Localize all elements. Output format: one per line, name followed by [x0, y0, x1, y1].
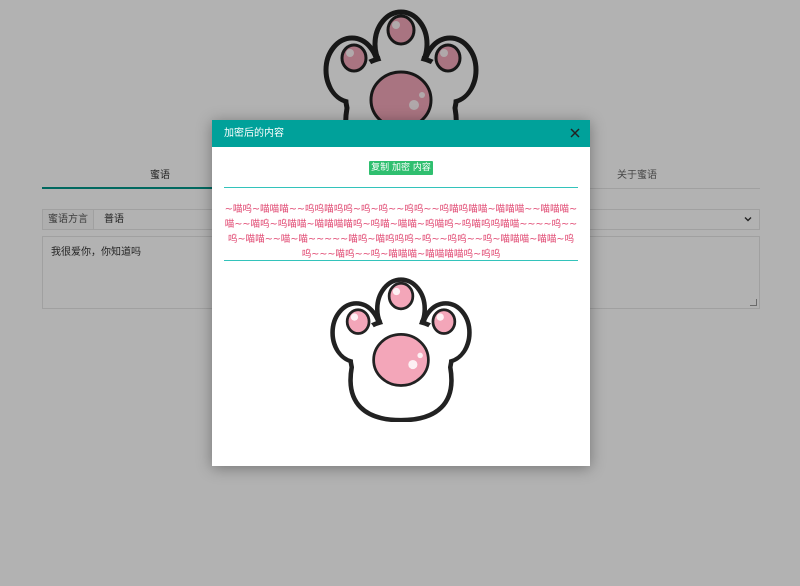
divider-bottom: [224, 260, 578, 261]
copy-encrypted-button[interactable]: 复制 加密 内容: [369, 161, 433, 175]
cat-paw-icon: [322, 276, 480, 423]
encrypted-text: ~喵呜~喵喵喵~~呜呜喵呜呜~呜~呜~~呜呜~~呜喵呜喵喵~喵喵喵~~喵喵喵~喵…: [224, 204, 578, 260]
dialog-title: 加密后的内容: [224, 128, 284, 139]
close-icon: [570, 128, 580, 138]
encrypted-content-dialog: 加密后的内容 复制 加密 内容 ~喵呜~喵喵喵~~呜呜喵呜呜~呜~呜~~呜呜~~…: [212, 120, 590, 466]
dialog-header: 加密后的内容: [212, 120, 590, 147]
divider-top: [224, 187, 578, 188]
close-button[interactable]: [568, 126, 582, 140]
